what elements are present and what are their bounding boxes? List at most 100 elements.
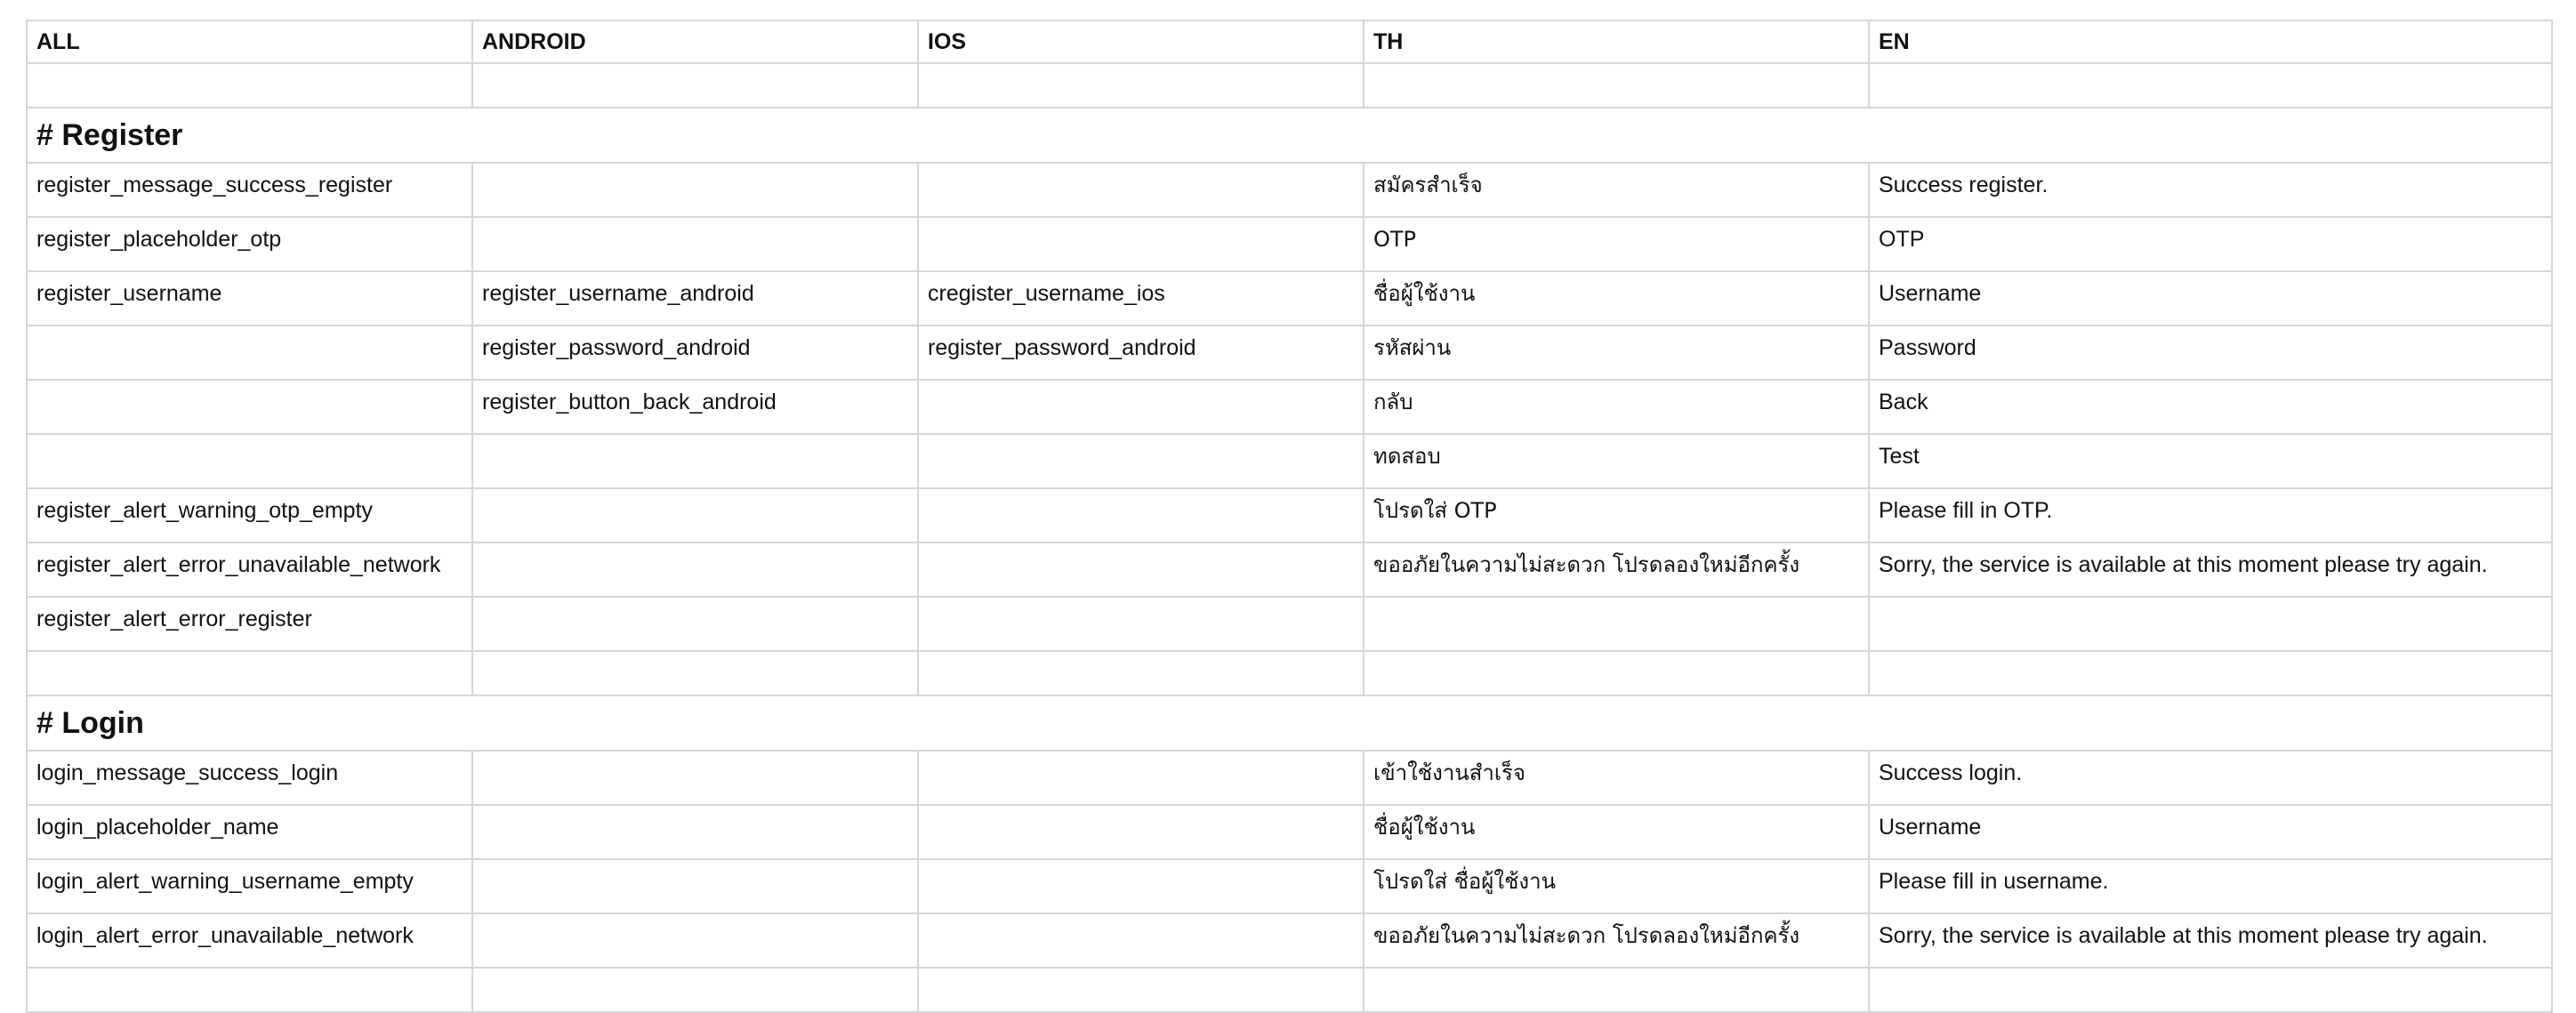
- cell-en[interactable]: Success login.: [1868, 750, 2553, 806]
- cell-android[interactable]: [471, 216, 919, 272]
- cell-th[interactable]: [1363, 596, 1870, 652]
- cell-all[interactable]: login_message_success_login: [26, 750, 473, 806]
- cell-en[interactable]: Back: [1868, 379, 2553, 435]
- cell-ios[interactable]: [917, 804, 1364, 860]
- cell-all[interactable]: register_alert_error_unavailable_network: [26, 542, 473, 598]
- cell-ios[interactable]: [917, 487, 1364, 543]
- cell-android[interactable]: [471, 913, 919, 969]
- cell[interactable]: [917, 967, 1364, 1013]
- header-ios[interactable]: IOS: [917, 20, 1364, 64]
- cell-en[interactable]: Test: [1868, 433, 2553, 489]
- table-row: register_username register_username_andr…: [26, 270, 2553, 326]
- cell-en[interactable]: Password: [1868, 325, 2553, 381]
- section-title[interactable]: # Login: [26, 695, 2553, 752]
- header-row: ALL ANDROID IOS TH EN: [26, 20, 2553, 64]
- cell[interactable]: [1868, 650, 2553, 696]
- cell-ios[interactable]: [917, 913, 1364, 969]
- cell[interactable]: [471, 650, 919, 696]
- cell-all[interactable]: [26, 325, 473, 381]
- cell-ios[interactable]: [917, 596, 1364, 652]
- blank-row: [26, 62, 2553, 109]
- cell[interactable]: [26, 62, 473, 109]
- cell-th[interactable]: OTP: [1363, 216, 1870, 272]
- table-row: login_message_success_login เข้าใช้งานสำ…: [26, 750, 2553, 806]
- header-th[interactable]: TH: [1363, 20, 1870, 64]
- cell[interactable]: [26, 967, 473, 1013]
- cell-android[interactable]: register_button_back_android: [471, 379, 919, 435]
- cell-en[interactable]: Username: [1868, 270, 2553, 326]
- cell[interactable]: [1363, 650, 1870, 696]
- cell-android[interactable]: [471, 596, 919, 652]
- cell-th[interactable]: ขออภัยในความไม่สะดวก โปรดลองใหม่อีกครั้ง: [1363, 913, 1870, 969]
- cell-all[interactable]: register_username: [26, 270, 473, 326]
- cell-en[interactable]: Please fill in username.: [1868, 858, 2553, 914]
- cell-android[interactable]: [471, 433, 919, 489]
- cell-ios[interactable]: [917, 542, 1364, 598]
- table-row: register_password_android register_passw…: [26, 325, 2553, 381]
- cell-android[interactable]: [471, 804, 919, 860]
- cell-android[interactable]: [471, 487, 919, 543]
- cell[interactable]: [1363, 967, 1870, 1013]
- header-all[interactable]: ALL: [26, 20, 473, 64]
- cell-all[interactable]: register_placeholder_otp: [26, 216, 473, 272]
- cell[interactable]: [1363, 62, 1870, 109]
- cell-th[interactable]: ทดสอบ: [1363, 433, 1870, 489]
- cell-all[interactable]: register_alert_error_register: [26, 596, 473, 652]
- cell-en[interactable]: Sorry, the service is available at this …: [1868, 913, 2553, 969]
- table-row: ทดสอบ Test: [26, 433, 2553, 489]
- cell-ios[interactable]: [917, 379, 1364, 435]
- cell-en[interactable]: Please fill in OTP.: [1868, 487, 2553, 543]
- cell[interactable]: [917, 62, 1364, 109]
- cell-en[interactable]: [1868, 596, 2553, 652]
- cell-th[interactable]: ชื่อผู้ใช้งาน: [1363, 804, 1870, 860]
- cell-ios[interactable]: [917, 433, 1364, 489]
- cell-android[interactable]: [471, 750, 919, 806]
- header-en[interactable]: EN: [1868, 20, 2553, 64]
- cell-th[interactable]: กลับ: [1363, 379, 1870, 435]
- cell-th[interactable]: โปรดใส่ ชื่อผู้ใช้งาน: [1363, 858, 1870, 914]
- cell-en[interactable]: Username: [1868, 804, 2553, 860]
- section-row-register: # Register: [26, 107, 2553, 164]
- blank-row: [26, 967, 2553, 1013]
- cell-ios[interactable]: [917, 750, 1364, 806]
- cell-en[interactable]: Success register.: [1868, 162, 2553, 218]
- cell[interactable]: [1868, 967, 2553, 1013]
- cell-ios[interactable]: cregister_username_ios: [917, 270, 1364, 326]
- cell-all[interactable]: login_alert_warning_username_empty: [26, 858, 473, 914]
- cell-android[interactable]: register_password_android: [471, 325, 919, 381]
- cell-ios[interactable]: [917, 162, 1364, 218]
- cell-all[interactable]: [26, 379, 473, 435]
- cell-th[interactable]: โปรดใส่ OTP: [1363, 487, 1870, 543]
- cell-android[interactable]: [471, 162, 919, 218]
- cell[interactable]: [471, 967, 919, 1013]
- table-row: login_placeholder_name ชื่อผู้ใช้งาน Use…: [26, 804, 2553, 860]
- table-row: register_alert_error_unavailable_network…: [26, 542, 2553, 598]
- cell-all[interactable]: [26, 433, 473, 489]
- table-row: register_alert_error_register: [26, 596, 2553, 652]
- cell[interactable]: [26, 650, 473, 696]
- cell-android[interactable]: [471, 542, 919, 598]
- cell-android[interactable]: register_username_android: [471, 270, 919, 326]
- cell-all[interactable]: register_alert_warning_otp_empty: [26, 487, 473, 543]
- table-row: register_placeholder_otp OTP OTP: [26, 216, 2553, 272]
- cell-en[interactable]: Sorry, the service is available at this …: [1868, 542, 2553, 598]
- cell-th[interactable]: สมัครสำเร็จ: [1363, 162, 1870, 218]
- blank-row: [26, 650, 2553, 696]
- cell-th[interactable]: ชื่อผู้ใช้งาน: [1363, 270, 1870, 326]
- cell-th[interactable]: ขออภัยในความไม่สะดวก โปรดลองใหม่อีกครั้ง: [1363, 542, 1870, 598]
- section-title[interactable]: # Register: [26, 107, 2553, 164]
- cell-all[interactable]: login_placeholder_name: [26, 804, 473, 860]
- cell-ios[interactable]: register_password_android: [917, 325, 1364, 381]
- cell[interactable]: [471, 62, 919, 109]
- header-android[interactable]: ANDROID: [471, 20, 919, 64]
- cell[interactable]: [917, 650, 1364, 696]
- cell-ios[interactable]: [917, 216, 1364, 272]
- cell-ios[interactable]: [917, 858, 1364, 914]
- cell-en[interactable]: OTP: [1868, 216, 2553, 272]
- cell-th[interactable]: รหัสผ่าน: [1363, 325, 1870, 381]
- cell-th[interactable]: เข้าใช้งานสำเร็จ: [1363, 750, 1870, 806]
- cell-all[interactable]: register_message_success_register: [26, 162, 473, 218]
- cell-all[interactable]: login_alert_error_unavailable_network: [26, 913, 473, 969]
- cell-android[interactable]: [471, 858, 919, 914]
- cell[interactable]: [1868, 62, 2553, 109]
